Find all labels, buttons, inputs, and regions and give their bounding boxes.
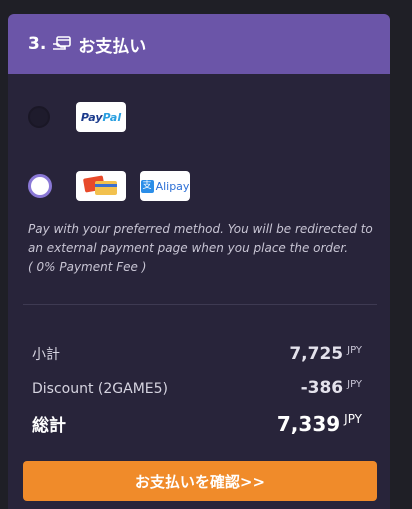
radio-alipay[interactable] bbox=[28, 174, 52, 198]
payment-header: 3. お支払い bbox=[8, 14, 390, 74]
total-value: 7,339 bbox=[276, 412, 341, 436]
radio-paypal[interactable] bbox=[28, 106, 50, 128]
total-row: 総計 7,339 JPY bbox=[32, 411, 362, 436]
total-label: 総計 bbox=[32, 416, 66, 436]
discount-currency: JPY bbox=[347, 379, 362, 390]
alipay-icon: 支 bbox=[140, 179, 154, 193]
discount-value: -386 bbox=[300, 378, 344, 398]
subtotal-currency: JPY bbox=[347, 345, 362, 356]
credit-cards-icon[interactable] bbox=[76, 171, 126, 201]
header-title: お支払い bbox=[78, 36, 147, 57]
payment-option-alipay[interactable]: 支 Alipay bbox=[28, 171, 190, 201]
discount-label: Discount (2GAME5) bbox=[32, 381, 169, 397]
alipay-logo[interactable]: 支 Alipay bbox=[140, 171, 190, 201]
paypal-logo[interactable]: Pay Pal bbox=[76, 102, 126, 132]
card-hand-icon bbox=[52, 36, 72, 52]
divider bbox=[23, 304, 377, 305]
subtotal-value: 7,725 bbox=[289, 344, 344, 364]
discount-row: Discount (2GAME5) -386 JPY bbox=[32, 378, 362, 398]
payment-description: Pay with your preferred method. You will… bbox=[28, 222, 373, 274]
payment-option-paypal[interactable]: Pay Pal bbox=[28, 102, 126, 132]
confirm-payment-button[interactable]: お支払いを確認>> bbox=[23, 461, 377, 501]
step-number: 3. bbox=[28, 34, 47, 54]
payment-panel: 3. お支払い Pay Pal 支 Alipay Pay with your p… bbox=[8, 14, 390, 509]
subtotal-row: 小計 7,725 JPY bbox=[32, 344, 362, 364]
subtotal-label: 小計 bbox=[32, 347, 60, 363]
total-currency: JPY bbox=[344, 412, 362, 426]
